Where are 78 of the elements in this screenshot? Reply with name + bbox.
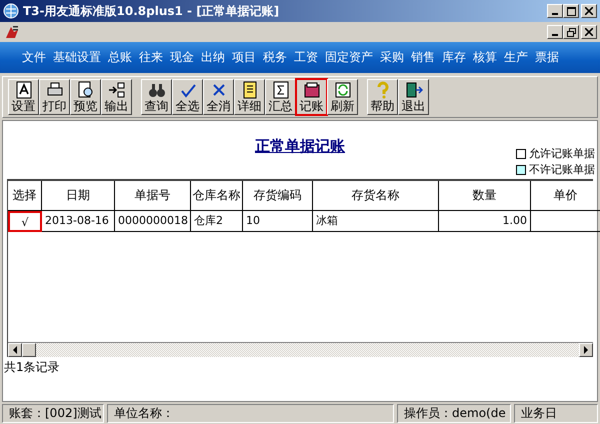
export-icon (108, 81, 126, 99)
close-button[interactable] (581, 25, 597, 39)
status-panel: 单位名称： (107, 404, 394, 423)
status-panel: 业务日 (514, 404, 598, 423)
selection-cell[interactable]: √ (8, 211, 42, 232)
toolbar-button[interactable]: 打印 (39, 79, 70, 115)
column-header[interactable]: 单据号 (115, 181, 191, 211)
menu-item[interactable]: 基础设置 (53, 49, 101, 66)
menu-item[interactable]: 税务 (263, 49, 287, 66)
menu-item[interactable]: 现金 (170, 49, 194, 66)
restore-button[interactable] (563, 25, 579, 39)
table-cell: 仓库2 (191, 211, 243, 232)
menu-item[interactable]: 总账 (108, 49, 132, 66)
window-title: T3-用友通标准版10.8plus1 - [正常单据记账] (23, 2, 280, 20)
menu-item[interactable]: 采购 (380, 49, 404, 66)
menu-item[interactable]: 库存 (442, 49, 466, 66)
close-icon (585, 7, 593, 15)
minimize-button[interactable] (547, 25, 563, 39)
menu-item[interactable]: 项目 (232, 49, 256, 66)
minimize-button[interactable] (547, 4, 563, 18)
column-header[interactable]: 存货名称 (313, 181, 439, 211)
column-header[interactable]: 日期 (42, 181, 115, 211)
column-header[interactable]: 数量 (439, 181, 531, 211)
document-icon (4, 24, 20, 40)
toolbar-button[interactable]: 帮助 (367, 79, 398, 115)
column-header[interactable]: 仓库名称 (191, 181, 243, 211)
horizontal-scrollbar[interactable] (8, 342, 593, 357)
font-icon (14, 81, 32, 99)
refresh-icon (334, 81, 352, 99)
menu-item[interactable]: 票据 (535, 49, 559, 66)
left-arrow-icon (12, 346, 18, 354)
menu-item[interactable]: 出纳 (201, 49, 225, 66)
menu-item[interactable]: 销售 (411, 49, 435, 66)
menu-item[interactable]: 工资 (294, 49, 318, 66)
toolbar-button[interactable]: 汇总 (265, 79, 296, 115)
toolbar-button[interactable]: 设置 (8, 79, 39, 115)
sigma-icon (272, 81, 290, 99)
globe-icon (3, 3, 19, 19)
menu-item[interactable]: 生产 (504, 49, 528, 66)
status-panel: 操作员：demo(de (397, 404, 511, 423)
table-cell: 冰箱 (313, 211, 439, 232)
menu-item[interactable]: 文件 (22, 49, 46, 66)
toolbar-button[interactable]: 详细 (234, 79, 265, 115)
record-count: 共1条记录 (3, 359, 61, 376)
magnifier-icon (76, 81, 94, 99)
table-cell: 10 (243, 211, 313, 232)
toolbar-button[interactable]: 输出 (101, 79, 132, 115)
toolbar-button[interactable]: 记账 (296, 79, 327, 115)
toolbar-button[interactable]: 查询 (141, 79, 172, 115)
column-header[interactable]: 存货编码 (243, 181, 313, 211)
door-icon (404, 81, 422, 99)
table-cell: 0000000018 (115, 211, 191, 232)
maximize-icon (566, 6, 576, 16)
book-icon (302, 81, 320, 99)
table-cell: 2013-08-16 (42, 211, 115, 232)
binoculars-icon (148, 81, 166, 99)
list-icon (240, 81, 258, 99)
status-panel: 账套：[002]测试 (2, 404, 104, 423)
toolbar-button[interactable]: 全消 (203, 79, 234, 115)
close-button[interactable] (581, 4, 597, 18)
toolbar-button[interactable]: 刷新 (327, 79, 358, 115)
menu-item[interactable]: 核算 (473, 49, 497, 66)
column-header[interactable]: 单价 (531, 181, 600, 211)
maximize-button[interactable] (563, 4, 579, 18)
scroll-thumb[interactable] (22, 343, 36, 357)
toolbar-button[interactable]: 预览 (70, 79, 101, 115)
close-icon (585, 28, 593, 36)
restore-icon (566, 28, 576, 36)
menu-item[interactable]: 固定资产 (325, 49, 373, 66)
toolbar-button[interactable]: 全选 (172, 79, 203, 115)
right-arrow-icon (583, 346, 589, 354)
column-header[interactable]: 选择 (8, 181, 42, 211)
legend-label: 不许记账单据 (529, 162, 595, 177)
legend-label: 允许记账单据 (529, 146, 595, 161)
toolbar-button[interactable]: 退出 (398, 79, 429, 115)
report-heading: 正常单据记账 (255, 137, 345, 155)
menu-item[interactable]: 往来 (139, 49, 163, 66)
table-cell: 1.00 (439, 211, 531, 232)
